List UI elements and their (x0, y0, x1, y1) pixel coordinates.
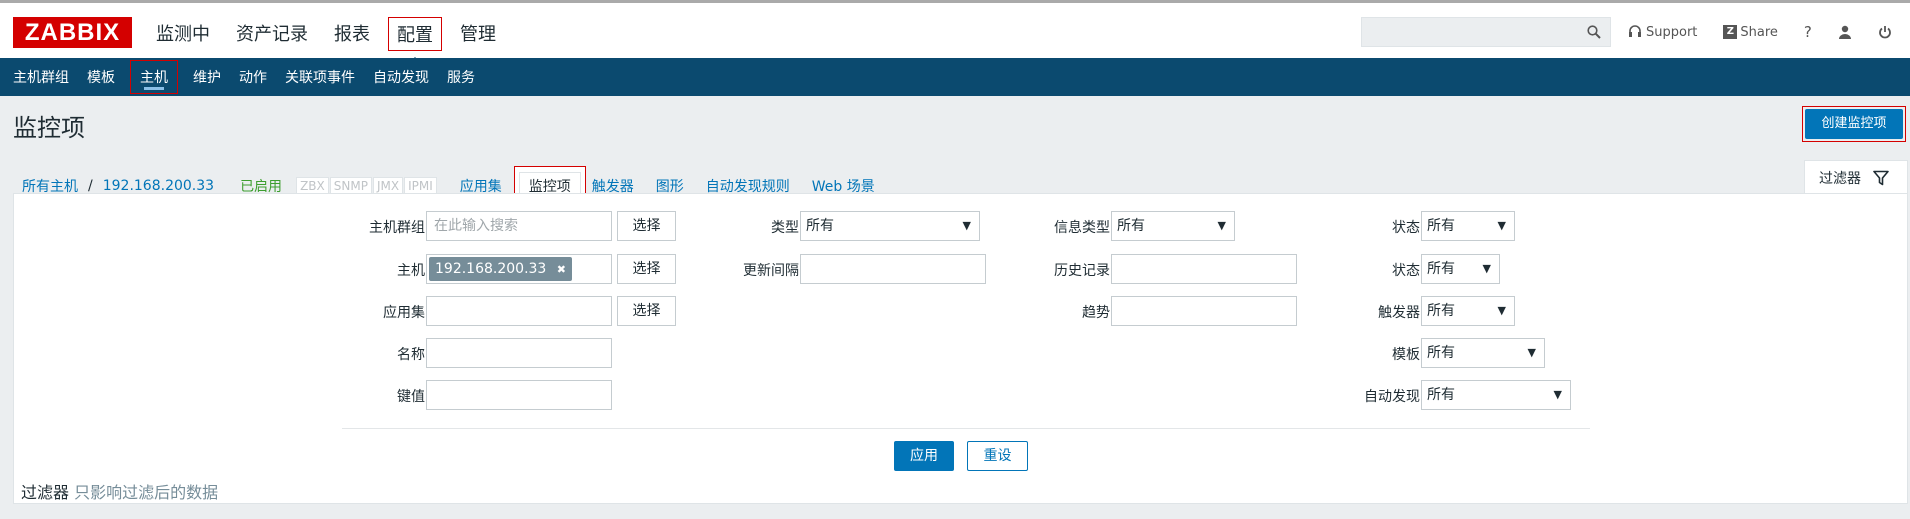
main-nav-monitoring[interactable]: 监测中 (148, 17, 218, 51)
create-item-button-wrapper: 创建监控项 (1802, 106, 1906, 142)
main-nav: 监测中 资产记录 报表 配置 管理 (148, 17, 514, 66)
update-interval-label: 更新间隔 (743, 263, 799, 279)
discovery-select-value: 所有 (1427, 387, 1455, 403)
info-type-label: 信息类型 (1054, 220, 1110, 236)
reset-button[interactable]: 重设 (967, 441, 1028, 471)
info-type-select-value: 所有 (1117, 218, 1145, 234)
top-header: ZABBIX 监测中 资产记录 报表 配置 管理 Support Z Share… (0, 0, 1910, 66)
sub-nav-hosts[interactable]: 主机 (130, 60, 178, 94)
share-link[interactable]: Z Share (1723, 25, 1778, 40)
power-icon (1879, 26, 1891, 39)
filter-icon (1873, 170, 1889, 185)
sub-nav-services[interactable]: 服务 (438, 61, 484, 93)
main-nav-reports[interactable]: 报表 (326, 17, 378, 51)
state-select[interactable]: 所有 ▼ (1421, 211, 1515, 241)
support-link[interactable]: Support (1628, 25, 1697, 40)
main-nav-administration[interactable]: 管理 (452, 17, 504, 51)
discovery-label: 自动发现 (1364, 389, 1420, 405)
global-search-input[interactable] (1361, 17, 1611, 47)
host-group-select-button[interactable]: 选择 (617, 211, 676, 241)
triggers-select[interactable]: 所有 ▼ (1421, 296, 1515, 326)
filter-divider (342, 428, 1590, 429)
main-nav-configuration[interactable]: 配置 (388, 17, 442, 66)
search-icon[interactable] (1587, 25, 1601, 39)
application-select-button[interactable]: 选择 (617, 296, 676, 326)
host-chip-label: 192.168.200.33 (435, 261, 547, 277)
chevron-down-icon: ▼ (1497, 304, 1506, 317)
chevron-down-icon: ▼ (962, 219, 971, 232)
host-group-input[interactable]: 在此输入搜索 (426, 211, 612, 241)
history-label: 历史记录 (1054, 263, 1110, 279)
chevron-down-icon: ▼ (1482, 262, 1491, 275)
sub-nav-host-groups[interactable]: 主机群组 (4, 61, 78, 93)
application-input[interactable] (426, 296, 612, 326)
type-select-value: 所有 (806, 218, 834, 234)
filter-note: 过滤器 只影响过滤后的数据 (21, 479, 218, 503)
breadcrumb-host[interactable]: 192.168.200.33 (103, 178, 214, 194)
sub-nav: 主机群组 模板 主机 维护 动作 关联项事件 自动发现 服务 (0, 58, 1910, 96)
apply-button[interactable]: 应用 (894, 441, 954, 471)
status-label: 状态 (1392, 263, 1420, 279)
sub-nav-actions[interactable]: 动作 (230, 61, 276, 93)
filter-tab-label: 过滤器 (1819, 170, 1861, 187)
chevron-down-icon: ▼ (1497, 219, 1506, 232)
profile-button[interactable] (1838, 25, 1852, 39)
discovery-select[interactable]: 所有 ▼ (1421, 380, 1571, 410)
history-input[interactable] (1111, 254, 1297, 284)
headset-icon (1629, 25, 1641, 37)
share-icon: Z (1723, 25, 1738, 39)
user-icon (1838, 25, 1851, 39)
template-select-value: 所有 (1427, 345, 1455, 361)
header-links: Support Z Share ? (1628, 23, 1910, 41)
chevron-down-icon: ▼ (1217, 219, 1226, 232)
sub-nav-event-correlation[interactable]: 关联项事件 (276, 61, 364, 93)
host-chip: 192.168.200.33 ✖ (429, 257, 573, 281)
sub-nav-discovery[interactable]: 自动发现 (364, 61, 438, 93)
template-select[interactable]: 所有 ▼ (1421, 338, 1545, 368)
sub-nav-templates[interactable]: 模板 (78, 61, 124, 93)
application-label: 应用集 (383, 305, 425, 321)
support-label: Support (1646, 24, 1698, 40)
update-interval-input[interactable] (800, 254, 986, 284)
filter-note-title: 过滤器 (21, 483, 70, 502)
chevron-down-icon: ▼ (1527, 346, 1536, 359)
host-label: 主机 (397, 263, 425, 279)
name-input[interactable] (426, 338, 612, 368)
status-select[interactable]: 所有 ▼ (1421, 254, 1500, 284)
info-type-select[interactable]: 所有 ▼ (1111, 211, 1235, 241)
status-select-value: 所有 (1427, 261, 1455, 277)
name-label: 名称 (397, 347, 425, 363)
trends-label: 趋势 (1082, 305, 1110, 321)
type-label: 类型 (771, 220, 799, 236)
type-select[interactable]: 所有 ▼ (800, 211, 980, 241)
filter-panel: 主机群组 在此输入搜索 选择 主机 192.168.200.33 ✖ 选择 应用… (13, 193, 1908, 504)
breadcrumb-separator: / (88, 178, 93, 194)
triggers-select-value: 所有 (1427, 303, 1455, 319)
state-select-value: 所有 (1427, 218, 1455, 234)
help-icon: ? (1803, 23, 1812, 41)
chevron-down-icon: ▼ (1553, 388, 1562, 401)
template-label: 模板 (1392, 347, 1420, 363)
triggers-label: 触发器 (1378, 305, 1420, 321)
key-input[interactable] (426, 380, 612, 410)
zabbix-logo[interactable]: ZABBIX (13, 17, 132, 48)
sub-nav-maintenance[interactable]: 维护 (184, 61, 230, 93)
key-label: 键值 (397, 389, 425, 405)
state-label: 状态 (1392, 220, 1420, 236)
host-group-label: 主机群组 (369, 220, 425, 236)
main-nav-inventory[interactable]: 资产记录 (228, 17, 316, 51)
filter-note-text: 只影响过滤后的数据 (74, 483, 219, 502)
chip-remove-icon[interactable]: ✖ (557, 263, 566, 276)
create-item-button[interactable]: 创建监控项 (1805, 109, 1903, 139)
host-input[interactable]: 192.168.200.33 ✖ (426, 254, 612, 284)
filter-tab[interactable]: 过滤器 (1804, 160, 1908, 194)
help-button[interactable]: ? (1804, 23, 1812, 41)
host-select-button[interactable]: 选择 (617, 254, 676, 284)
page-title: 监控项 (13, 114, 85, 142)
logout-button[interactable] (1878, 25, 1892, 39)
trends-input[interactable] (1111, 296, 1297, 326)
share-label: Share (1740, 24, 1778, 40)
